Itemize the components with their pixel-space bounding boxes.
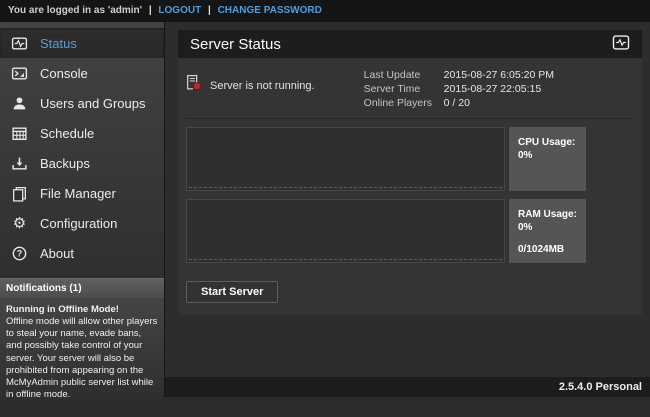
question-circle-icon: ? <box>11 245 28 262</box>
status-section: Server is not running. Last Update 2015-… <box>186 64 634 119</box>
ram-usage-label: RAM Usage: <box>518 208 580 221</box>
status-monitor-icon <box>11 35 28 52</box>
sidebar-item-label: About <box>40 246 74 261</box>
ram-usage-gauge: RAM Usage: 0% 0/1024MB <box>509 199 586 263</box>
notification-text: Offline mode will allow other players to… <box>6 316 158 401</box>
ram-usage-detail: 0/1024MB <box>518 243 580 256</box>
console-icon <box>11 65 28 82</box>
sidebar-item-label: Users and Groups <box>40 96 146 111</box>
separator: | <box>149 5 152 16</box>
cpu-usage-value: 0% <box>518 149 580 162</box>
sidebar-menu: Status Console Users and Groups Schedule <box>0 22 164 268</box>
schedule-icon <box>11 125 28 142</box>
app-body: Status Console Users and Groups Schedule <box>0 22 650 397</box>
info-value: 2015-08-27 6:05:20 PM <box>444 68 554 82</box>
sidebar-item-about[interactable]: ? About <box>0 238 164 268</box>
notifications-panel: Notifications (1) Running in Offline Mod… <box>0 278 164 407</box>
version-footer: 2.5.4.0 Personal <box>165 377 650 397</box>
top-bar: You are logged in as 'admin' | LOGOUT | … <box>0 0 650 22</box>
info-label: Last Update <box>364 68 444 82</box>
info-value: 0 / 20 <box>444 96 470 110</box>
notification-item: Running in Offline Mode! Offline mode wi… <box>0 298 164 407</box>
sidebar-item-label: File Manager <box>40 186 116 201</box>
sidebar-item-schedule[interactable]: Schedule <box>0 118 164 148</box>
cpu-usage-row: CPU Usage: 0% <box>186 127 586 191</box>
page-title: Server Status <box>190 36 281 53</box>
start-server-button[interactable]: Start Server <box>186 281 278 303</box>
sidebar-item-backups[interactable]: Backups <box>0 148 164 178</box>
sidebar-item-label: Status <box>40 36 77 51</box>
logout-link[interactable]: LOGOUT <box>158 5 201 16</box>
users-icon <box>11 95 28 112</box>
sidebar-item-configuration[interactable]: ⚙ Configuration <box>0 208 164 238</box>
ram-usage-value: 0% <box>518 221 580 234</box>
sidebar-item-label: Console <box>40 66 88 81</box>
info-label: Server Time <box>364 82 444 96</box>
server-stopped-icon <box>186 74 202 97</box>
ram-usage-chart <box>186 199 505 263</box>
sidebar-item-console[interactable]: Console <box>0 58 164 88</box>
info-label: Online Players <box>364 96 444 110</box>
cpu-usage-chart <box>186 127 505 191</box>
notifications-header: Notifications (1) <box>0 278 164 298</box>
server-state: Server is not running. <box>186 74 315 97</box>
logged-in-text: You are logged in as 'admin' <box>8 5 142 16</box>
sidebar: Status Console Users and Groups Schedule <box>0 22 165 397</box>
separator: | <box>208 5 211 16</box>
sidebar-item-status[interactable]: Status <box>0 28 164 58</box>
info-row-online-players: Online Players 0 / 20 <box>364 96 554 110</box>
sidebar-item-label: Schedule <box>40 126 94 141</box>
main-content: Server Status Server is not running. <box>165 22 650 397</box>
gear-icon: ⚙ <box>11 215 28 232</box>
server-info-table: Last Update 2015-08-27 6:05:20 PM Server… <box>364 68 554 110</box>
panel-body: Server is not running. Last Update 2015-… <box>178 58 642 315</box>
ram-usage-row: RAM Usage: 0% 0/1024MB <box>186 199 586 263</box>
status-monitor-icon <box>612 35 630 54</box>
sidebar-item-label: Configuration <box>40 216 117 231</box>
info-row-server-time: Server Time 2015-08-27 22:05:15 <box>364 82 554 96</box>
sidebar-item-users-and-groups[interactable]: Users and Groups <box>0 88 164 118</box>
chart-baseline <box>189 259 502 260</box>
info-value: 2015-08-27 22:05:15 <box>444 82 542 96</box>
svg-text:?: ? <box>17 248 23 258</box>
sidebar-item-label: Backups <box>40 156 90 171</box>
cpu-usage-gauge: CPU Usage: 0% <box>509 127 586 191</box>
sidebar-item-file-manager[interactable]: File Manager <box>0 178 164 208</box>
backups-icon <box>11 155 28 172</box>
chart-baseline <box>189 187 502 188</box>
cpu-usage-label: CPU Usage: <box>518 136 580 149</box>
notification-title: Running in Offline Mode! <box>6 304 158 316</box>
file-manager-icon <box>11 185 28 202</box>
server-status-message: Server is not running. <box>210 80 315 92</box>
change-password-link[interactable]: CHANGE PASSWORD <box>218 5 322 16</box>
panel-header: Server Status <box>178 30 642 58</box>
server-status-panel: Server Status Server is not running. <box>178 30 642 315</box>
info-row-last-update: Last Update 2015-08-27 6:05:20 PM <box>364 68 554 82</box>
